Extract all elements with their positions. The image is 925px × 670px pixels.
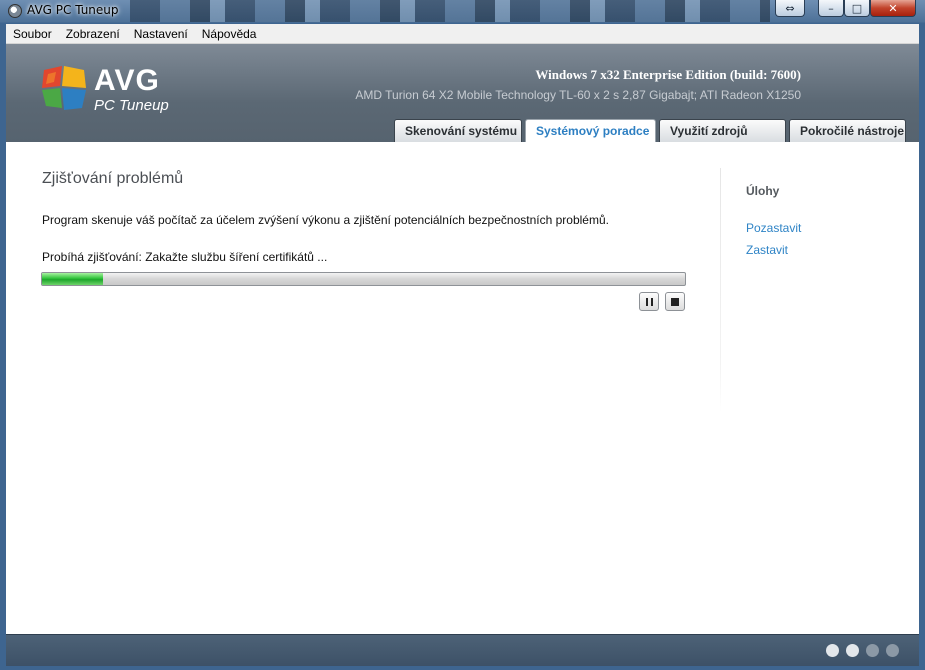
tab-vyuziti-zdroju[interactable]: Využití zdrojů [659, 119, 786, 142]
menu-nastaveni[interactable]: Nastavení [127, 24, 195, 44]
footer-bar [6, 634, 919, 666]
stop-icon [671, 297, 679, 306]
tab-pokrocile-nastroje[interactable]: Pokročilé nástroje [789, 119, 906, 142]
taskbar-background [130, 0, 770, 22]
maximize-button[interactable]: □ [844, 0, 870, 17]
pause-button[interactable] [639, 292, 659, 311]
page-indicator [819, 644, 899, 657]
app-icon [8, 4, 22, 18]
stop-button[interactable] [665, 292, 685, 311]
menu-bar: Soubor Zobrazení Nastavení Nápověda [6, 24, 919, 44]
menu-soubor[interactable]: Soubor [6, 24, 59, 44]
page-dot[interactable] [826, 644, 839, 657]
restore-icon[interactable]: ⇔ [775, 0, 805, 17]
app-header: AVG PC Tuneup Windows 7 x32 Enterprise E… [6, 44, 919, 143]
tab-systemovy-poradce[interactable]: Systémový poradce [525, 119, 656, 143]
close-button[interactable]: ✕ [870, 0, 916, 17]
main-panel: Zjišťování problémů Program skenuje váš … [6, 142, 919, 634]
os-info: Windows 7 x32 Enterprise Edition (build:… [535, 67, 801, 82]
page-dot[interactable] [886, 644, 899, 657]
stop-link[interactable]: Zastavit [746, 243, 788, 257]
pause-icon [645, 297, 653, 306]
page-dot[interactable] [866, 644, 879, 657]
page-dot[interactable] [846, 644, 859, 657]
scan-description: Program skenuje váš počítač za účelem zv… [42, 213, 609, 227]
logo-subtitle: PC Tuneup [94, 97, 169, 114]
hardware-info: AMD Turion 64 X2 Mobile Technology TL-60… [355, 88, 801, 102]
page-title: Zjišťování problémů [42, 170, 184, 187]
minimize-button[interactable]: – [818, 0, 844, 17]
tasks-title: Úlohy [746, 184, 780, 198]
app-window: AVG PC Tuneup ⇔ – □ ✕ Soubor Zobrazení N… [0, 0, 925, 670]
scan-progress-fill [42, 273, 104, 285]
avg-logo-icon [42, 66, 86, 110]
logo-text: AVG [94, 64, 160, 97]
scan-progress-bar [41, 272, 686, 286]
menu-napoveda[interactable]: Nápověda [195, 24, 264, 44]
scan-status: Probíhá zjišťování: Zakažte službu šířen… [42, 250, 328, 264]
menu-zobrazeni[interactable]: Zobrazení [59, 24, 127, 44]
tab-bar: Skenování systému Systémový poradce Využ… [394, 119, 909, 143]
tab-skenovani-systemu[interactable]: Skenování systému [394, 119, 522, 142]
pause-link[interactable]: Pozastavit [746, 221, 801, 235]
sidebar-divider [720, 168, 721, 413]
title-bar[interactable]: AVG PC Tuneup ⇔ – □ ✕ [0, 0, 925, 23]
window-title: AVG PC Tuneup [27, 3, 119, 17]
